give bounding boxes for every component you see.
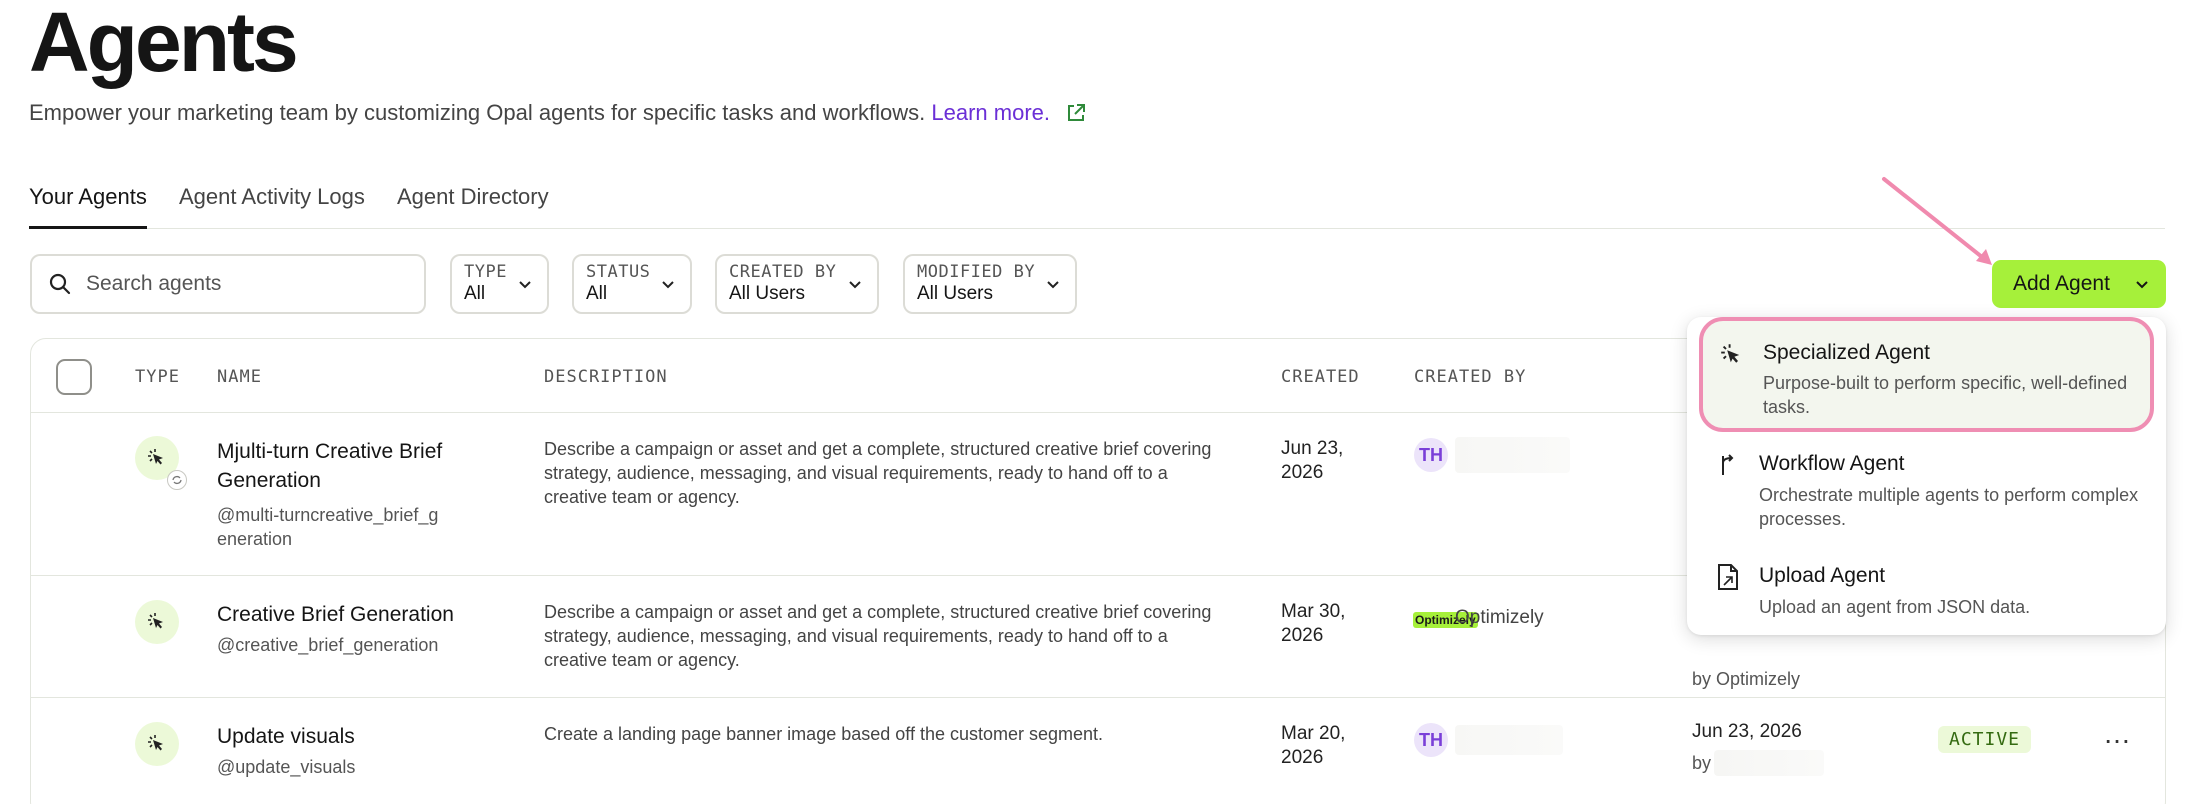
agent-description: Create a landing page banner image based… — [544, 724, 1104, 744]
modified-date: Jun 23, 2026 — [1692, 721, 1802, 742]
modified-by: by — [1692, 753, 1712, 773]
chevron-down-icon — [660, 276, 676, 297]
agent-handle: @creative_brief_generation — [217, 635, 439, 655]
chevron-down-icon — [847, 276, 863, 297]
chevron-down-icon — [2134, 277, 2150, 298]
menu-item-specialized-agent[interactable]: Specialized Agent Purpose-built to perfo… — [1699, 317, 2154, 432]
status-badge: ACTIVE — [1938, 726, 2032, 753]
workflow-agent-icon — [1716, 453, 1740, 482]
modified-by: by Optimizely — [1692, 669, 1801, 689]
avatar: TH — [1414, 438, 1448, 472]
agent-handle: @update_visuals — [217, 757, 356, 777]
agent-name[interactable]: Mjulti-turn Creative Brief Generation — [217, 437, 467, 495]
table-row[interactable]: Update visuals @update_visuals Create a … — [31, 698, 2165, 804]
specialized-agent-icon — [135, 722, 179, 766]
redacted-name — [1455, 437, 1570, 473]
add-agent-label: Add Agent — [2013, 272, 2110, 295]
tab-agent-activity-logs[interactable]: Agent Activity Logs — [179, 184, 365, 226]
filter-status[interactable]: STATUS All — [572, 254, 692, 314]
menu-item-title: Specialized Agent — [1763, 341, 1930, 364]
select-all-checkbox[interactable] — [56, 359, 92, 395]
tab-your-agents[interactable]: Your Agents — [29, 184, 147, 229]
menu-item-description: Purpose-built to perform specific, well-… — [1763, 373, 2128, 417]
menu-item-description: Upload an agent from JSON data. — [1759, 597, 2031, 617]
page-subtitle: Empower your marketing team by customizi… — [29, 100, 1086, 129]
menu-item-description: Orchestrate multiple agents to perform c… — [1759, 485, 2139, 529]
agent-description: Describe a campaign or asset and get a c… — [544, 602, 1212, 670]
header-created-by[interactable]: CREATED BY — [1414, 367, 1526, 387]
filter-modified-by-value: All Users — [917, 283, 994, 304]
menu-item-workflow-agent[interactable]: Workflow Agent Orchestrate multiple agen… — [1699, 447, 2154, 533]
specialized-agent-icon — [1720, 343, 1744, 372]
agent-description: Describe a campaign or asset and get a c… — [544, 439, 1212, 507]
menu-item-title: Upload Agent — [1759, 564, 1886, 587]
menu-item-title: Workflow Agent — [1759, 452, 1905, 475]
add-agent-button[interactable]: Add Agent — [1992, 260, 2166, 308]
filter-modified-by[interactable]: MODIFIED BY All Users — [903, 254, 1077, 314]
menu-item-upload-agent[interactable]: Upload Agent Upload an agent from JSON d… — [1699, 559, 2154, 625]
subtitle-text: Empower your marketing team by customizi… — [29, 100, 926, 125]
filter-created-by-label: CREATED BY — [729, 262, 837, 282]
created-date: Mar 30, 2026 — [1281, 601, 1346, 646]
search-box — [30, 254, 426, 314]
filter-created-by[interactable]: CREATED BY All Users — [715, 254, 879, 314]
header-name[interactable]: NAME — [217, 367, 262, 387]
created-by-name: Optimizely — [1455, 607, 1544, 628]
filter-created-by-value: All Users — [729, 283, 806, 304]
agent-name[interactable]: Creative Brief Generation — [217, 600, 517, 629]
search-input[interactable] — [86, 268, 406, 300]
add-agent-dropdown: Specialized Agent Purpose-built to perfo… — [1687, 317, 2166, 635]
redacted-name — [1455, 725, 1563, 755]
upload-agent-icon — [1716, 563, 1740, 596]
chevron-down-icon — [1045, 276, 1061, 297]
avatar: TH — [1414, 723, 1448, 757]
agent-handle: @multi-turncreative_brief_generation — [217, 505, 439, 549]
header-created[interactable]: CREATED — [1281, 367, 1360, 387]
header-description: DESCRIPTION — [544, 367, 668, 387]
created-date: Mar 20, 2026 — [1281, 723, 1346, 768]
more-options-icon[interactable]: … — [2103, 718, 2132, 750]
tab-bar: Your Agents Agent Activity Logs Agent Di… — [29, 176, 2165, 229]
chevron-down-icon — [517, 276, 533, 297]
agent-name[interactable]: Update visuals — [217, 722, 467, 751]
page-title: Agents — [29, 0, 299, 89]
header-type[interactable]: TYPE — [135, 367, 180, 387]
external-link-icon[interactable] — [1066, 103, 1086, 129]
multi-turn-badge-icon — [167, 470, 187, 490]
filter-modified-by-label: MODIFIED BY — [917, 262, 1036, 282]
specialized-agent-icon — [135, 600, 179, 644]
redacted-modifier — [1714, 750, 1824, 776]
learn-more-link[interactable]: Learn more. — [931, 100, 1050, 125]
tab-agent-directory[interactable]: Agent Directory — [397, 184, 549, 226]
filter-type[interactable]: TYPE All — [450, 254, 549, 314]
created-date: Jun 23, 2026 — [1281, 438, 1344, 483]
search-icon — [48, 272, 72, 301]
